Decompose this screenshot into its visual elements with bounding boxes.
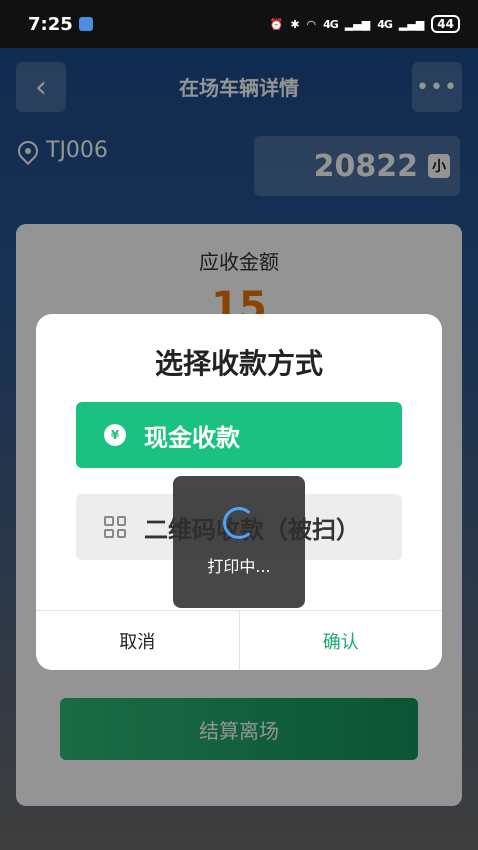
bluetooth-icon: ✱: [290, 17, 300, 31]
status-bar: 7:25 ⏰ ✱ ◠ 4G ▂▄▆ 4G ▂▄▆ 44: [0, 0, 478, 48]
alarm-icon: ⏰: [269, 17, 284, 31]
cash-payment-button[interactable]: ¥ 现金收款: [76, 402, 402, 468]
status-time-group: 7:25: [28, 14, 93, 35]
loading-spinner-icon: [223, 507, 255, 539]
status-indicators: ⏰ ✱ ◠ 4G ▂▄▆ 4G ▂▄▆ 44: [270, 15, 460, 33]
dialog-title: 选择收款方式: [154, 347, 323, 380]
toast-text: 打印中...: [207, 557, 271, 576]
signal-1-label: 4G: [323, 17, 339, 31]
message-notification-icon: [78, 17, 93, 31]
status-time: 7:25: [28, 13, 73, 35]
printing-toast: 打印中...: [173, 476, 305, 608]
battery-indicator: 44: [431, 15, 460, 33]
cancel-button[interactable]: 取消: [36, 611, 240, 670]
signal-2-label: 4G: [377, 17, 393, 31]
qr-code-icon: [104, 516, 126, 538]
cash-yuan-icon: ¥: [104, 424, 126, 446]
signal-bars-1-icon: ▂▄▆: [344, 17, 371, 31]
confirm-button[interactable]: 确认: [240, 611, 443, 670]
signal-bars-2-icon: ▂▄▆: [398, 17, 425, 31]
wifi-icon: ◠: [306, 17, 317, 31]
cash-payment-label: 现金收款: [144, 423, 240, 452]
dialog-actions: 取消 确认: [36, 610, 442, 670]
